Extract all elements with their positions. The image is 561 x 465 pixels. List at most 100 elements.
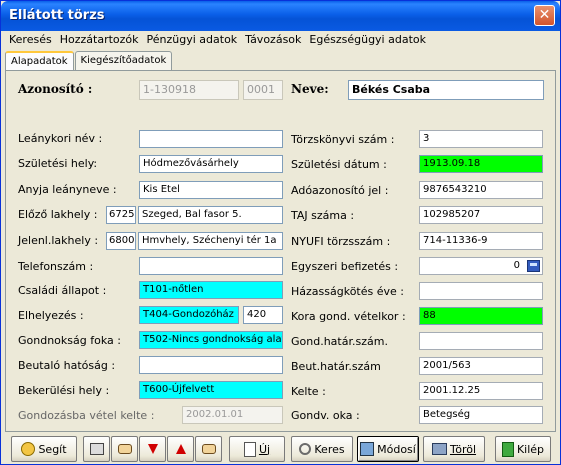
taj-label: TAJ száma : bbox=[291, 209, 355, 222]
nyufi-label: NYUFI törzsszám : bbox=[291, 235, 391, 248]
help-button-label: Segít bbox=[38, 442, 67, 456]
tab-kiegeszitoadatok[interactable]: Kiegészítőadatok bbox=[74, 51, 173, 70]
nyufi-field[interactable]: 714-11336-9 bbox=[419, 232, 543, 250]
beutalo-label: Beutaló hatóság : bbox=[18, 359, 116, 372]
leanykori-field[interactable] bbox=[139, 130, 283, 148]
arrow-up-icon bbox=[175, 444, 186, 454]
prev-record-button[interactable] bbox=[167, 436, 194, 462]
hand-left-icon bbox=[117, 444, 132, 454]
elhelyezes-num-field[interactable]: 420 bbox=[243, 306, 283, 324]
window-title: Ellátott törzs bbox=[9, 8, 105, 23]
search-button[interactable]: Keres bbox=[291, 436, 353, 462]
new-document-icon bbox=[243, 441, 256, 457]
print-button[interactable] bbox=[83, 436, 110, 462]
search-button-label: Keres bbox=[314, 442, 345, 456]
szul-datum-field[interactable]: 1913.09.18 bbox=[419, 155, 543, 173]
kelte-field[interactable]: 2001.12.25 bbox=[419, 382, 543, 400]
elozo-field[interactable]: Szeged, Bal fasor 5. bbox=[138, 206, 283, 224]
gond-hatar-field[interactable] bbox=[419, 332, 543, 350]
beut-hatar-label: Beut.határ.szám bbox=[291, 360, 381, 373]
egyszeri-field[interactable]: 0 bbox=[419, 257, 543, 275]
new-button-label: Új bbox=[258, 442, 271, 456]
help-button[interactable]: Segít bbox=[11, 436, 77, 462]
beut-hatar-field[interactable]: 2001/563 bbox=[419, 357, 543, 375]
gondv-oka-label: Gondv. oka : bbox=[291, 409, 360, 422]
elozo-zip-field[interactable]: 6725 bbox=[106, 206, 136, 224]
beutalo-field[interactable] bbox=[139, 356, 283, 374]
szul-hely-label: Születési hely: bbox=[18, 157, 98, 170]
menu-bar: Keresés Hozzátartozók Pénzügyi adatok Tá… bbox=[5, 32, 430, 49]
torzskonyvi-field[interactable]: 3 bbox=[419, 130, 543, 148]
modify-button[interactable]: Módosí bbox=[357, 436, 419, 462]
last-record-button[interactable] bbox=[195, 436, 222, 462]
csaladi-label: Családi állapot : bbox=[18, 284, 107, 297]
kora-label: Kora gond. vételkor : bbox=[291, 310, 406, 323]
bekerulesi-field[interactable]: T600-Újfelvett bbox=[139, 381, 283, 399]
gondnoksag-field[interactable]: T502-Nincs gondnokság alat bbox=[139, 331, 283, 349]
close-button[interactable]: ✕ bbox=[534, 5, 555, 26]
gondv-oka-field[interactable]: Betegség bbox=[419, 406, 543, 424]
arrow-down-icon bbox=[147, 444, 158, 454]
exit-icon bbox=[501, 441, 514, 457]
menu-hozzatartozok[interactable]: Hozzátartozók bbox=[56, 32, 143, 49]
help-icon bbox=[21, 442, 36, 456]
azonosito-field[interactable]: 1-130918 bbox=[139, 80, 239, 100]
gondozasba-label: Gondozásba vétel kelte : bbox=[18, 409, 155, 422]
egyszeri-value: 0 bbox=[513, 260, 520, 271]
anyja-field[interactable]: Kis Etel bbox=[139, 181, 283, 199]
menu-penzugyi-adatok[interactable]: Pénzügyi adatok bbox=[143, 32, 242, 49]
hazassag-label: Házasságkötés éve : bbox=[291, 285, 404, 298]
neve-label: Neve: bbox=[291, 82, 329, 96]
elozo-label: Előző lakhely : bbox=[18, 208, 98, 221]
neve-field[interactable]: Békés Csaba bbox=[348, 80, 544, 100]
gondozasba-field[interactable]: 2002.01.01 bbox=[182, 406, 283, 424]
jelenl-field[interactable]: Hmvhely, Széchenyi tér 1a bbox=[138, 232, 283, 250]
first-record-button[interactable] bbox=[111, 436, 138, 462]
menu-tavozasok[interactable]: Távozások bbox=[241, 32, 305, 49]
egyszeri-label: Egyszeri befizetés : bbox=[291, 260, 399, 273]
telefon-label: Telefonszám : bbox=[18, 260, 94, 273]
modify-button-label: Módosí bbox=[377, 442, 416, 456]
exit-button[interactable]: Kilép bbox=[495, 436, 551, 462]
szul-datum-label: Születési dátum : bbox=[291, 158, 387, 171]
search-icon bbox=[299, 443, 312, 455]
szul-hely-field[interactable]: Hódmezővásárhely bbox=[139, 155, 283, 173]
telefon-field[interactable] bbox=[139, 257, 283, 275]
delete-icon bbox=[431, 443, 447, 455]
printer-icon bbox=[89, 443, 104, 455]
kelte-label: Kelte : bbox=[291, 385, 326, 398]
adoazonosito-field[interactable]: 9876543210 bbox=[419, 181, 543, 199]
bottom-toolbar: Segít Új Keres Módosí Töröl Kilép bbox=[5, 436, 558, 463]
tab-strip: Alapadatok Kiegészítőadatok bbox=[5, 51, 173, 71]
anyja-label: Anyja leányneve : bbox=[18, 183, 117, 196]
main-window: Ellátott törzs ✕ Keresés Hozzátartozók P… bbox=[0, 0, 561, 465]
delete-button[interactable]: Töröl bbox=[423, 436, 485, 462]
menu-egeszsegugyi-adatok[interactable]: Egészségügyi adatok bbox=[305, 32, 430, 49]
elhelyezes-field[interactable]: T404-Gondozóház bbox=[139, 306, 239, 324]
jelenl-zip-field[interactable]: 6800 bbox=[106, 232, 136, 250]
calculator-icon[interactable] bbox=[527, 260, 540, 272]
taj-field[interactable]: 102985207 bbox=[419, 206, 543, 224]
next-record-button[interactable] bbox=[139, 436, 166, 462]
azonosito-suffix-field[interactable]: 0001 bbox=[243, 80, 283, 100]
delete-button-label: Töröl bbox=[449, 442, 477, 456]
title-bar[interactable]: Ellátott törzs ✕ bbox=[1, 1, 560, 31]
new-button[interactable]: Új bbox=[229, 436, 285, 462]
hand-right-icon bbox=[201, 444, 216, 454]
tab-alapadatok[interactable]: Alapadatok bbox=[5, 51, 74, 71]
torzskonyvi-label: Törzskönyvi szám : bbox=[291, 133, 395, 146]
modify-icon bbox=[360, 442, 375, 456]
jelenl-label: Jelenl.lakhely : bbox=[18, 234, 99, 247]
gondnoksag-label: Gondnokság foka : bbox=[18, 334, 121, 347]
exit-button-label: Kilép bbox=[516, 442, 545, 456]
csaladi-field[interactable]: T101-nőtlen bbox=[139, 281, 283, 299]
leanykori-label: Leánykori név : bbox=[18, 132, 103, 145]
bekerulesi-label: Bekerülési hely : bbox=[18, 384, 110, 397]
adoazonosito-label: Adóazonosító jel : bbox=[291, 184, 389, 197]
azonosito-label: Azonosító : bbox=[18, 82, 93, 96]
elhelyezes-label: Elhelyezés : bbox=[18, 309, 84, 322]
gond-hatar-label: Gond.határ.szám. bbox=[291, 335, 388, 348]
kora-field[interactable]: 88 bbox=[419, 307, 543, 325]
hazassag-field[interactable] bbox=[419, 282, 543, 300]
menu-kereses[interactable]: Keresés bbox=[5, 32, 56, 49]
